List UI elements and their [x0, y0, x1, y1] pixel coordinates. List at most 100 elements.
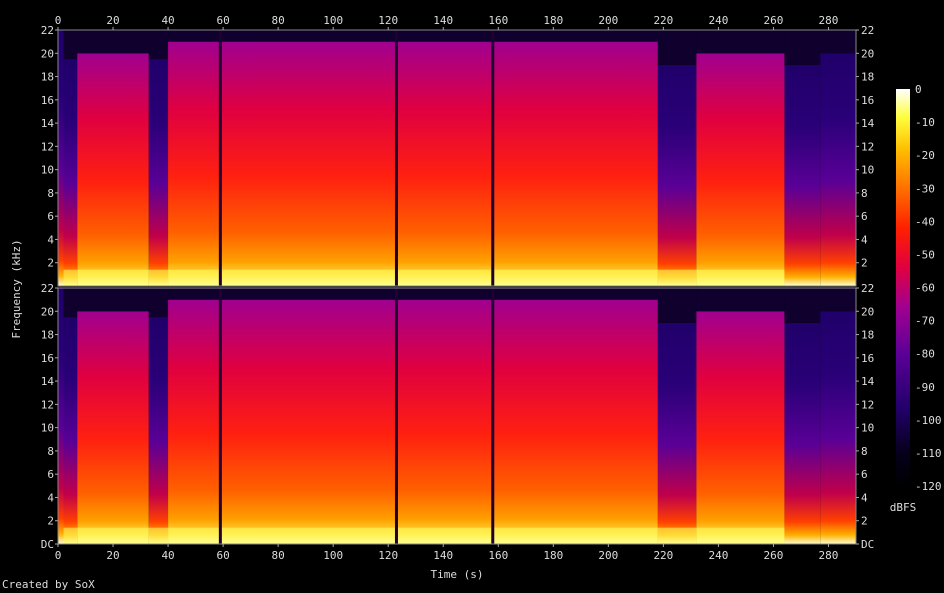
colorbar-label: dBFS [890, 501, 917, 514]
y-tick-label-right: 22 [861, 282, 874, 295]
y-tick-label-right: 16 [861, 352, 874, 365]
y-tick-label-right: 14 [861, 117, 875, 130]
x-tick-label-bottom: 220 [653, 549, 673, 562]
colorbar-tick-label: -110 [915, 447, 942, 460]
x-tick-label-bottom: 120 [378, 549, 398, 562]
y-tick-label-left: DC [41, 538, 54, 551]
y-tick-label-left: 18 [41, 329, 54, 342]
y-tick-label-left: 2 [47, 515, 54, 528]
colorbar-tick-label: 0 [915, 83, 922, 96]
spectrum-segment [63, 59, 78, 286]
dropout-gap [394, 288, 398, 544]
spectrum-segment [784, 322, 821, 544]
x-tick-label-top: 200 [598, 14, 618, 27]
x-tick-label-bottom: 280 [819, 549, 839, 562]
y-tick-label-right: 8 [861, 445, 868, 458]
x-tick-label-top: 0 [55, 14, 62, 27]
y-axis-label: Frequency (kHz) [10, 239, 23, 338]
colorbar-tick-label: -20 [915, 149, 935, 162]
low-frequency-band [63, 269, 785, 286]
y-tick-label-right: 20 [861, 305, 874, 318]
y-tick-label-right: DC [861, 538, 874, 551]
spectrum-silence [63, 288, 78, 318]
spectrum-silence [820, 288, 856, 312]
spectrum-segment [148, 317, 169, 544]
x-tick-label-bottom: 260 [764, 549, 784, 562]
spectrum-silence [148, 288, 169, 318]
y-tick-label-left: 20 [41, 47, 54, 60]
y-tick-label-left: 22 [41, 24, 54, 37]
spectrum-segment [657, 322, 697, 544]
colorbar-tick-label: -100 [915, 414, 942, 427]
colorbar-tick-label: -90 [915, 381, 935, 394]
y-tick-label-left: 14 [41, 375, 55, 388]
spectrum-segment [784, 64, 821, 286]
y-tick-label-right: 18 [861, 329, 874, 342]
colorbar-tick-label: -40 [915, 215, 935, 228]
spectrum-segment [696, 311, 785, 544]
spectrum-silence [168, 288, 658, 300]
dropout-gap [218, 30, 222, 286]
y-tick-label-left: 10 [41, 422, 54, 435]
spectrum-segment [63, 317, 78, 544]
y-tick-label-right: 8 [861, 187, 868, 200]
x-tick-label-bottom: 240 [708, 549, 728, 562]
x-tick-label-top: 220 [653, 14, 673, 27]
x-tick-label-top: 100 [323, 14, 343, 27]
spectrum-silence [657, 30, 697, 65]
dropout-gap [218, 288, 222, 544]
y-tick-label-left: 8 [47, 445, 54, 458]
spectrum-segment [77, 311, 149, 544]
spectrum-segment [77, 53, 149, 286]
y-tick-label-left: 16 [41, 94, 54, 107]
y-tick-label-left: 14 [41, 117, 55, 130]
colorbar-tick-label: -120 [915, 480, 942, 493]
spectrum-segment [168, 41, 658, 286]
y-tick-label-left: 12 [41, 398, 54, 411]
colorbar-tick-label: -30 [915, 182, 935, 195]
spectrum-segment [820, 311, 856, 544]
x-tick-label-bottom: 80 [272, 549, 285, 562]
spectrum-silence [784, 288, 821, 323]
credit-text: Created by SoX [2, 578, 95, 591]
y-tick-label-left: 2 [47, 257, 54, 270]
y-tick-label-right: 2 [861, 257, 868, 270]
y-tick-label-right: 22 [861, 24, 874, 37]
x-tick-label-bottom: 20 [106, 549, 119, 562]
y-tick-label-left: 18 [41, 71, 54, 84]
x-tick-label-top: 260 [764, 14, 784, 27]
y-tick-label-right: 4 [861, 491, 868, 504]
spectrum-segment [148, 59, 169, 286]
spectrum-silence [168, 30, 658, 42]
spectrum-silence [148, 30, 169, 60]
y-tick-label-right: 4 [861, 233, 868, 246]
y-tick-label-right: 18 [861, 71, 874, 84]
y-tick-label-right: 2 [861, 515, 868, 528]
spectrum-segment [58, 288, 64, 544]
x-tick-label-top: 240 [708, 14, 728, 27]
x-tick-label-top: 180 [543, 14, 563, 27]
y-tick-label-left: 16 [41, 352, 54, 365]
spectrogram-chart: 2 24 46 68 810 1012 1214 1416 1618 1820 2022 22DC DC… [10, 14, 942, 581]
x-tick-label-bottom: 140 [433, 549, 453, 562]
y-tick-label-right: 10 [861, 164, 874, 177]
x-tick-label-bottom: 0 [55, 549, 62, 562]
spectrum-silence [696, 288, 785, 312]
y-tick-label-left: 20 [41, 305, 54, 318]
y-tick-label-left: 6 [47, 468, 54, 481]
channel-2-panel [57, 287, 857, 545]
spectrum-silence [77, 30, 149, 54]
x-tick-label-top: 160 [488, 14, 508, 27]
dropout-gap [491, 288, 495, 544]
colorbar-tick-label: -70 [915, 315, 935, 328]
spectrum-silence [657, 288, 697, 323]
x-tick-label-top: 40 [161, 14, 174, 27]
colorbar-tick-label: -10 [915, 116, 935, 129]
colorbar-tick-label: -60 [915, 282, 935, 295]
spectrum-silence [784, 30, 821, 65]
x-tick-label-top: 140 [433, 14, 453, 27]
x-tick-label-top: 80 [272, 14, 285, 27]
x-tick-label-bottom: 60 [216, 549, 229, 562]
y-tick-label-left: 4 [47, 491, 54, 504]
y-tick-label-left: 4 [47, 233, 54, 246]
